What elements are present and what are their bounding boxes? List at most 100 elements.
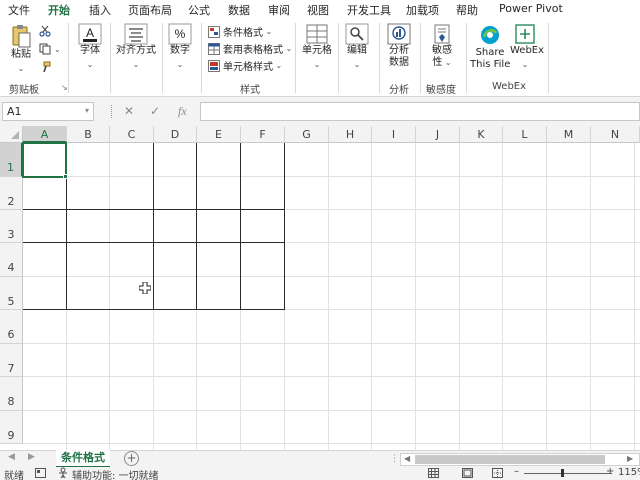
webex-button[interactable]: WebEx ⌄ xyxy=(510,23,544,70)
tab-data[interactable]: 数据 xyxy=(228,2,250,18)
conditional-format-button[interactable]: 条件格式 ⌄ xyxy=(208,23,272,40)
scroll-left-icon[interactable]: ◀ xyxy=(8,452,15,462)
add-sheet-button[interactable]: + xyxy=(124,451,139,466)
spreadsheet-grid[interactable]: A B C D E F G H I J K L M N 1 2 3 4 5 6 … xyxy=(0,126,640,450)
column-header-D[interactable]: D xyxy=(154,126,197,143)
zoom-in-icon[interactable]: + xyxy=(606,466,614,477)
paste-button[interactable]: 粘贴 ⌄ xyxy=(6,23,36,74)
column-header-M[interactable]: M xyxy=(547,126,591,143)
share-this-file-button[interactable]: Share This File xyxy=(470,23,510,71)
editing-label: 编辑 xyxy=(347,45,367,56)
format-as-table-button[interactable]: 套用表格格式 ⌄ xyxy=(208,40,292,57)
column-header-H[interactable]: H xyxy=(329,126,372,143)
name-box[interactable]: A1 ▾ xyxy=(2,102,94,121)
group-separator xyxy=(466,23,467,93)
scrollbar-thumb[interactable] xyxy=(415,455,605,464)
active-cell[interactable] xyxy=(22,142,67,178)
copy-chevron-icon[interactable]: ⌄ xyxy=(54,45,61,54)
formula-bar-grip[interactable] xyxy=(111,105,113,118)
column-header-K[interactable]: K xyxy=(460,126,503,143)
tab-developer[interactable]: 开发工具 xyxy=(347,2,391,18)
tab-home[interactable]: 开始 xyxy=(48,2,70,22)
column-header-N[interactable]: N xyxy=(591,126,640,143)
tab-formulas[interactable]: 公式 xyxy=(188,2,210,18)
row-header-6[interactable]: 6 xyxy=(0,310,23,344)
enter-icon[interactable]: ✓ xyxy=(150,104,160,118)
number-button[interactable]: % 数字 ⌄ xyxy=(166,23,194,70)
scroll-right-icon[interactable]: ▶ xyxy=(28,452,35,462)
copy-icon[interactable] xyxy=(39,43,51,55)
sheet-tabs-bar: ◀ ▶ 条件格式 + ⋮ ◀ ▶ xyxy=(0,450,640,468)
name-box-value: A1 xyxy=(7,105,22,118)
column-header-F[interactable]: F xyxy=(241,126,285,143)
column-header-E[interactable]: E xyxy=(197,126,241,143)
page-layout-view-icon[interactable] xyxy=(462,468,473,478)
cells-icon xyxy=(306,24,328,44)
split-handle-icon[interactable]: ⋮ xyxy=(390,454,399,464)
cut-icon[interactable] xyxy=(39,25,51,37)
formula-input[interactable] xyxy=(200,102,640,121)
font-button[interactable]: A 字体 ⌄ xyxy=(74,23,106,70)
tab-view[interactable]: 视图 xyxy=(307,2,329,18)
insert-function-icon[interactable]: fx xyxy=(178,104,187,119)
tab-insert[interactable]: 插入 xyxy=(89,2,111,18)
group-separator xyxy=(338,23,339,93)
row-header-4[interactable]: 4 xyxy=(0,243,23,277)
editing-button[interactable]: 编辑 ⌄ xyxy=(342,23,372,70)
column-header-L[interactable]: L xyxy=(503,126,547,143)
cells-button[interactable]: 单元格 ⌄ xyxy=(299,23,335,70)
webex-share-icon xyxy=(481,26,499,44)
tab-file[interactable]: 文件 xyxy=(8,2,30,18)
format-as-table-label: 套用表格格式 xyxy=(223,45,283,56)
column-header-C[interactable]: C xyxy=(110,126,154,143)
zoom-slider[interactable] xyxy=(524,473,612,474)
accessibility-icon[interactable] xyxy=(58,467,69,479)
row-header-9[interactable]: 9 xyxy=(0,411,23,444)
row-header-2[interactable]: 2 xyxy=(0,177,23,210)
dialog-launcher-icon[interactable]: ↘ xyxy=(61,83,68,92)
row-header-7[interactable]: 7 xyxy=(0,344,23,377)
gridline xyxy=(23,376,640,377)
chevron-down-icon: ⌄ xyxy=(176,60,184,69)
sensitivity-button[interactable]: 敏感 性 ⌄ xyxy=(426,23,458,69)
zoom-out-icon[interactable]: – xyxy=(514,466,519,477)
row-header-1[interactable]: 1 xyxy=(0,143,23,177)
analyze-data-button[interactable]: 分析 数据 xyxy=(383,23,415,69)
analyze-data-icon xyxy=(387,23,411,45)
cancel-icon[interactable]: ✕ xyxy=(124,104,134,118)
svg-text:A: A xyxy=(86,26,94,40)
row-header-8[interactable]: 8 xyxy=(0,377,23,411)
zoom-level[interactable]: 115% xyxy=(618,467,640,478)
row-header-5[interactable]: 5 xyxy=(0,277,23,310)
page-break-view-icon[interactable] xyxy=(492,468,503,478)
column-header-A[interactable]: A xyxy=(23,126,67,143)
scroll-right-arrow-icon[interactable]: ▶ xyxy=(627,454,633,463)
analysis-group-label: 分析 xyxy=(389,85,409,96)
normal-view-icon[interactable] xyxy=(428,468,439,478)
number-label: 数字 xyxy=(170,45,190,56)
horizontal-scrollbar[interactable]: ◀ ▶ xyxy=(400,453,640,466)
column-header-G[interactable]: G xyxy=(285,126,329,143)
chevron-down-icon[interactable]: ▾ xyxy=(85,106,89,115)
conditional-format-icon xyxy=(208,25,220,38)
alignment-button[interactable]: 对齐方式 ⌄ xyxy=(114,23,158,70)
tab-page-layout[interactable]: 页面布局 xyxy=(128,2,172,18)
column-header-I[interactable]: I xyxy=(372,126,416,143)
column-header-B[interactable]: B xyxy=(67,126,110,143)
row-header-3[interactable]: 3 xyxy=(0,210,23,243)
tab-power-pivot[interactable]: Power Pivot xyxy=(499,2,563,15)
tab-review[interactable]: 审阅 xyxy=(268,2,290,18)
macro-record-icon[interactable] xyxy=(35,468,46,478)
fill-handle[interactable] xyxy=(63,174,68,179)
tab-help[interactable]: 帮助 xyxy=(456,2,478,18)
sensitivity-label-2: 性 xyxy=(432,57,443,68)
format-painter-icon[interactable] xyxy=(39,61,51,73)
zoom-slider-thumb[interactable] xyxy=(561,469,564,477)
cell-styles-button[interactable]: 单元格样式 ⌄ xyxy=(208,57,282,74)
accessibility-status[interactable]: 辅助功能: 一切就绪 xyxy=(72,467,159,480)
scroll-left-arrow-icon[interactable]: ◀ xyxy=(404,454,410,463)
column-header-J[interactable]: J xyxy=(416,126,460,143)
tab-addins[interactable]: 加载项 xyxy=(406,2,439,18)
sheet-tab[interactable]: 条件格式 xyxy=(56,450,110,468)
select-all-corner[interactable] xyxy=(0,126,23,143)
